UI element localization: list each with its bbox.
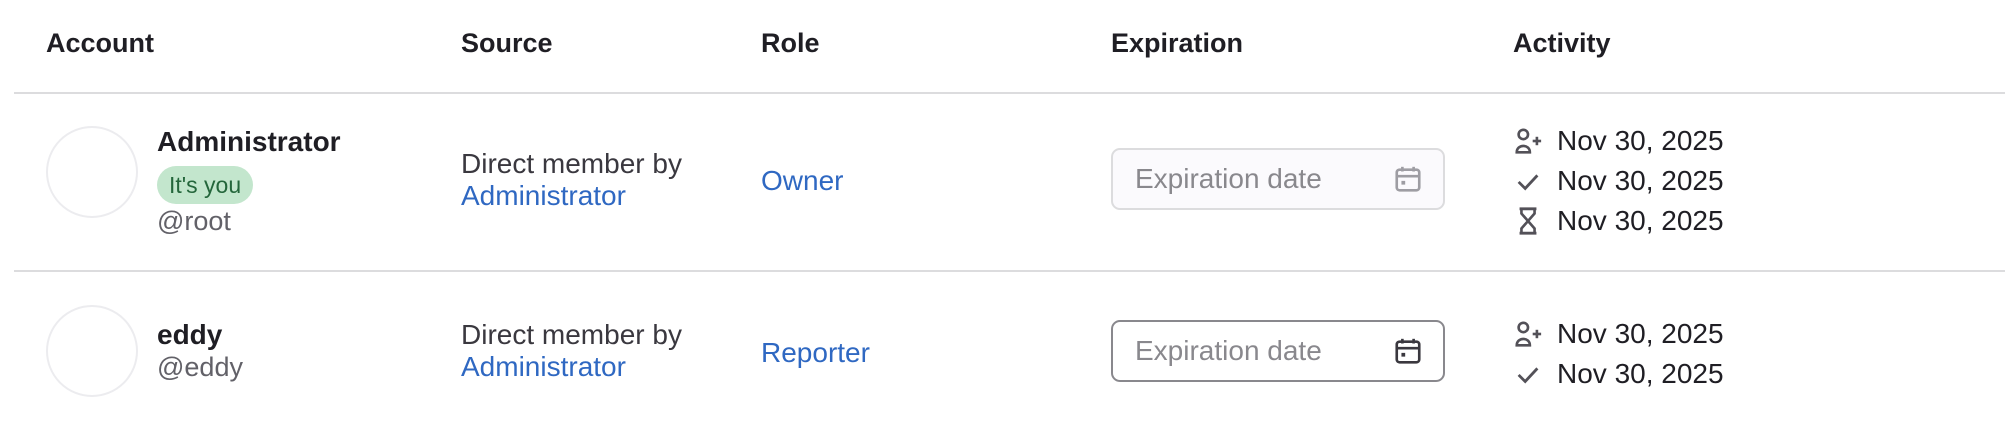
table-header: Account Source Role Expiration Activity: [0, 0, 2005, 92]
member-username: @eddy: [157, 352, 243, 382]
member-name[interactable]: Administrator: [157, 126, 341, 158]
column-header-source[interactable]: Source: [461, 28, 553, 59]
activity-date: Nov 30, 2025: [1557, 165, 1724, 196]
source-label: Direct member by: [461, 319, 682, 350]
member-name[interactable]: eddy: [157, 319, 222, 351]
calendar-icon[interactable]: [1393, 336, 1423, 366]
member-username: @root: [157, 206, 231, 236]
hourglass-icon: [1519, 207, 1537, 235]
activity-access-granted: Nov 30, 2025: [1513, 357, 1724, 391]
column-header-account[interactable]: Account: [46, 28, 154, 59]
column-header-expiration[interactable]: Expiration: [1111, 28, 1243, 59]
role-link[interactable]: Owner: [761, 165, 843, 197]
activity-date: Nov 30, 2025: [1557, 358, 1724, 389]
activity-date: Nov 30, 2025: [1557, 125, 1724, 156]
check-icon: [1517, 367, 1539, 384]
table-row: eddy @eddy Direct member by Administrato…: [0, 272, 2005, 421]
its-you-badge: It's you: [157, 166, 254, 204]
expiration-date-input[interactable]: Expiration date: [1111, 320, 1445, 382]
expiration-placeholder: Expiration date: [1135, 335, 1322, 366]
activity-user-created: Nov 30, 2025: [1513, 124, 1724, 158]
role-link[interactable]: Reporter: [761, 337, 870, 369]
activity-last-activity: Nov 30, 2025: [1513, 204, 1724, 238]
activity-date: Nov 30, 2025: [1557, 318, 1724, 349]
check-icon: [1517, 174, 1539, 191]
activity-date: Nov 30, 2025: [1557, 205, 1724, 236]
column-header-role[interactable]: Role: [761, 28, 820, 59]
user-add-icon: [1515, 321, 1542, 347]
column-header-activity[interactable]: Activity: [1513, 28, 1611, 59]
user-add-icon: [1515, 128, 1542, 154]
activity-user-created: Nov 30, 2025: [1513, 317, 1724, 351]
table-row: Administrator It's you @root Direct memb…: [0, 94, 2005, 270]
avatar[interactable]: [46, 126, 138, 218]
calendar-icon[interactable]: [1393, 164, 1423, 194]
source-user-link[interactable]: Administrator: [461, 351, 626, 383]
expiration-date-input[interactable]: Expiration date: [1111, 148, 1445, 210]
avatar[interactable]: [46, 305, 138, 397]
source-user-link[interactable]: Administrator: [461, 180, 626, 212]
expiration-placeholder: Expiration date: [1135, 163, 1322, 194]
activity-access-granted: Nov 30, 2025: [1513, 164, 1724, 198]
source-label: Direct member by: [461, 148, 682, 179]
